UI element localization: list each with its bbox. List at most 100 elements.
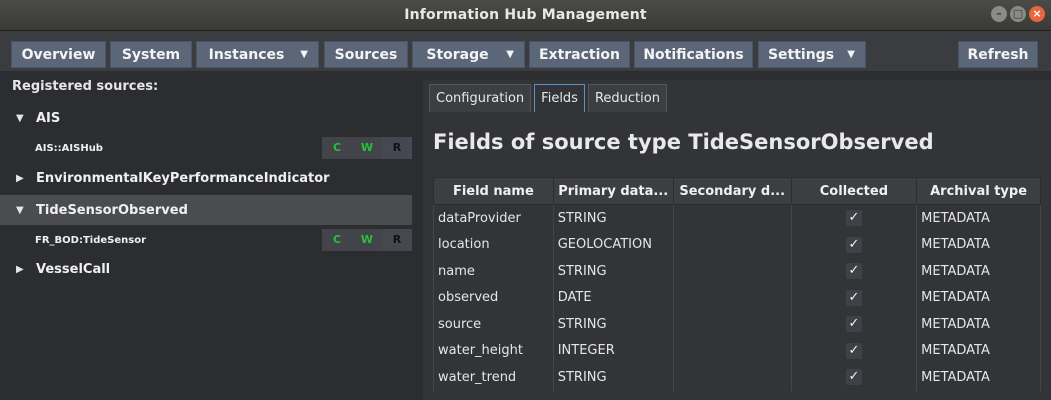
column-header-field-name[interactable]: Field name xyxy=(433,177,554,205)
cell-secondary-data xyxy=(672,204,792,232)
cell-field-name: source xyxy=(433,311,554,338)
cell-collected: ✓ xyxy=(790,204,918,232)
source-item-label: AIS::AISHub xyxy=(35,142,103,154)
cell-collected: ✓ xyxy=(790,284,918,311)
tab-configuration[interactable]: Configuration xyxy=(429,84,532,112)
cell-secondary-data xyxy=(672,364,792,391)
collected-checkbox[interactable]: ✓ xyxy=(845,236,862,253)
menu-extraction-label: Extraction xyxy=(538,46,620,63)
menu-settings-label: Settings xyxy=(767,46,835,63)
collapsed-arrow-icon[interactable]: ▶ xyxy=(16,173,28,184)
cell-field-name: water_height xyxy=(433,337,554,364)
cell-primary-data: INTEGER xyxy=(552,337,674,364)
cell-archival-type: METADATA xyxy=(916,337,1041,364)
collected-checkbox[interactable]: ✓ xyxy=(845,369,862,386)
expanded-arrow-icon[interactable]: ▼ xyxy=(16,113,28,124)
menu-overview-label: Overview xyxy=(21,46,96,63)
collected-checkbox[interactable]: ✓ xyxy=(845,210,862,227)
source-flags: C W R xyxy=(322,137,412,159)
read-flag[interactable]: R xyxy=(382,137,412,159)
chevron-down-icon: ▼ xyxy=(506,49,514,60)
cell-primary-data: STRING xyxy=(552,204,674,232)
cell-secondary-data xyxy=(672,337,792,364)
chevron-down-icon: ▼ xyxy=(847,49,855,60)
maximize-icon[interactable]: □ xyxy=(1010,6,1026,22)
column-header-archival-type[interactable]: Archival type xyxy=(916,177,1041,205)
collect-flag[interactable]: C xyxy=(322,229,352,251)
write-flag[interactable]: W xyxy=(352,137,382,159)
tree-item-tidesensorobserved[interactable]: ▼ TideSensorObserved xyxy=(0,195,412,225)
menu-extraction-button[interactable]: Extraction xyxy=(529,41,630,68)
cell-collected: ✓ xyxy=(790,231,918,258)
tree-item-label: TideSensorObserved xyxy=(36,202,188,218)
tree-item-ais[interactable]: ▼ AIS xyxy=(0,103,412,133)
menu-instances-button[interactable]: Instances ▼ xyxy=(196,41,319,68)
cell-secondary-data xyxy=(672,231,792,258)
tab-reduction[interactable]: Reduction xyxy=(587,84,667,112)
cell-field-name: water_trend xyxy=(433,364,554,391)
tree-item-label: VesselCall xyxy=(36,261,111,277)
close-icon[interactable]: × xyxy=(1029,6,1045,22)
collected-checkbox[interactable]: ✓ xyxy=(845,289,862,306)
cell-archival-type: METADATA xyxy=(916,284,1041,311)
table-row[interactable]: observed DATE ✓ METADATA xyxy=(433,284,1041,311)
tree-item-vesselcall[interactable]: ▶ VesselCall xyxy=(0,254,412,284)
menu-overview-button[interactable]: Overview xyxy=(11,41,106,68)
collected-checkbox[interactable]: ✓ xyxy=(845,316,862,333)
refresh-button[interactable]: Refresh xyxy=(958,41,1038,68)
source-item-aishub[interactable]: AIS::AISHub C W R xyxy=(0,135,412,161)
refresh-label: Refresh xyxy=(967,46,1029,63)
write-flag[interactable]: W xyxy=(352,229,382,251)
detail-tabs: Configuration Fields Reduction xyxy=(429,84,667,112)
window-title: Information Hub Management xyxy=(404,7,647,23)
collected-checkbox[interactable]: ✓ xyxy=(845,342,862,359)
cell-archival-type: METADATA xyxy=(916,258,1041,285)
menu-storage-button[interactable]: Storage ▼ xyxy=(412,41,525,68)
cell-field-name: name xyxy=(433,258,554,285)
menu-settings-button[interactable]: Settings ▼ xyxy=(758,41,866,68)
window-controls: – □ × xyxy=(991,6,1045,22)
column-header-collected[interactable]: Collected xyxy=(790,177,918,205)
menu-notifications-button[interactable]: Notifications xyxy=(634,41,753,68)
source-flags: C W R xyxy=(322,229,412,251)
table-row[interactable]: water_trend STRING ✓ METADATA xyxy=(433,364,1041,391)
cell-archival-type: METADATA xyxy=(916,231,1041,258)
collect-flag[interactable]: C xyxy=(322,137,352,159)
menu-sources-button[interactable]: Sources xyxy=(324,41,408,68)
table-header-row: Field name Primary data... Secondary d..… xyxy=(433,177,1041,205)
cell-archival-type: METADATA xyxy=(916,364,1041,391)
cell-field-name: observed xyxy=(433,284,554,311)
chevron-down-icon: ▼ xyxy=(300,49,308,60)
read-flag[interactable]: R xyxy=(382,229,412,251)
column-header-primary-data[interactable]: Primary data... xyxy=(552,177,674,205)
sources-tree-panel: Registered sources: ▼ AIS AIS::AISHub C … xyxy=(0,71,420,400)
source-item-label: FR_BOD:TideSensor xyxy=(35,234,147,246)
cell-archival-type: METADATA xyxy=(916,204,1041,232)
fields-table: Field name Primary data... Secondary d..… xyxy=(433,177,1041,391)
cell-collected: ✓ xyxy=(790,337,918,364)
collected-checkbox[interactable]: ✓ xyxy=(845,263,862,280)
menu-bar: Overview System Instances ▼ Sources Stor… xyxy=(0,31,1051,71)
tree-item-label: EnvironmentalKeyPerformanceIndicator xyxy=(36,170,330,186)
tree-item-environmental-kpi[interactable]: ▶ EnvironmentalKeyPerformanceIndicator xyxy=(0,163,412,193)
expanded-arrow-icon[interactable]: ▼ xyxy=(16,205,28,216)
table-row[interactable]: location GEOLOCATION ✓ METADATA xyxy=(433,231,1041,258)
cell-field-name: dataProvider xyxy=(433,204,554,232)
collapsed-arrow-icon[interactable]: ▶ xyxy=(16,264,28,275)
source-detail-panel: Configuration Fields Reduction Fields of… xyxy=(423,80,1051,400)
menu-system-button[interactable]: System xyxy=(110,41,192,68)
column-header-secondary-data[interactable]: Secondary d... xyxy=(672,177,792,205)
tab-fields[interactable]: Fields xyxy=(534,84,585,112)
source-item-fr-bod-tidesensor[interactable]: FR_BOD:TideSensor C W R xyxy=(0,227,412,253)
menu-instances-label: Instances xyxy=(208,46,285,63)
table-row[interactable]: dataProvider STRING ✓ METADATA xyxy=(433,204,1041,232)
cell-primary-data: GEOLOCATION xyxy=(552,231,674,258)
tree-item-label: AIS xyxy=(36,110,61,126)
minimize-icon[interactable]: – xyxy=(991,6,1007,22)
table-row[interactable]: water_height INTEGER ✓ METADATA xyxy=(433,337,1041,364)
table-row[interactable]: name STRING ✓ METADATA xyxy=(433,258,1041,285)
cell-collected: ✓ xyxy=(790,364,918,391)
page-title: Fields of source type TideSensorObserved xyxy=(433,130,934,154)
table-row[interactable]: source STRING ✓ METADATA xyxy=(433,311,1041,338)
registered-sources-label: Registered sources: xyxy=(12,79,159,94)
